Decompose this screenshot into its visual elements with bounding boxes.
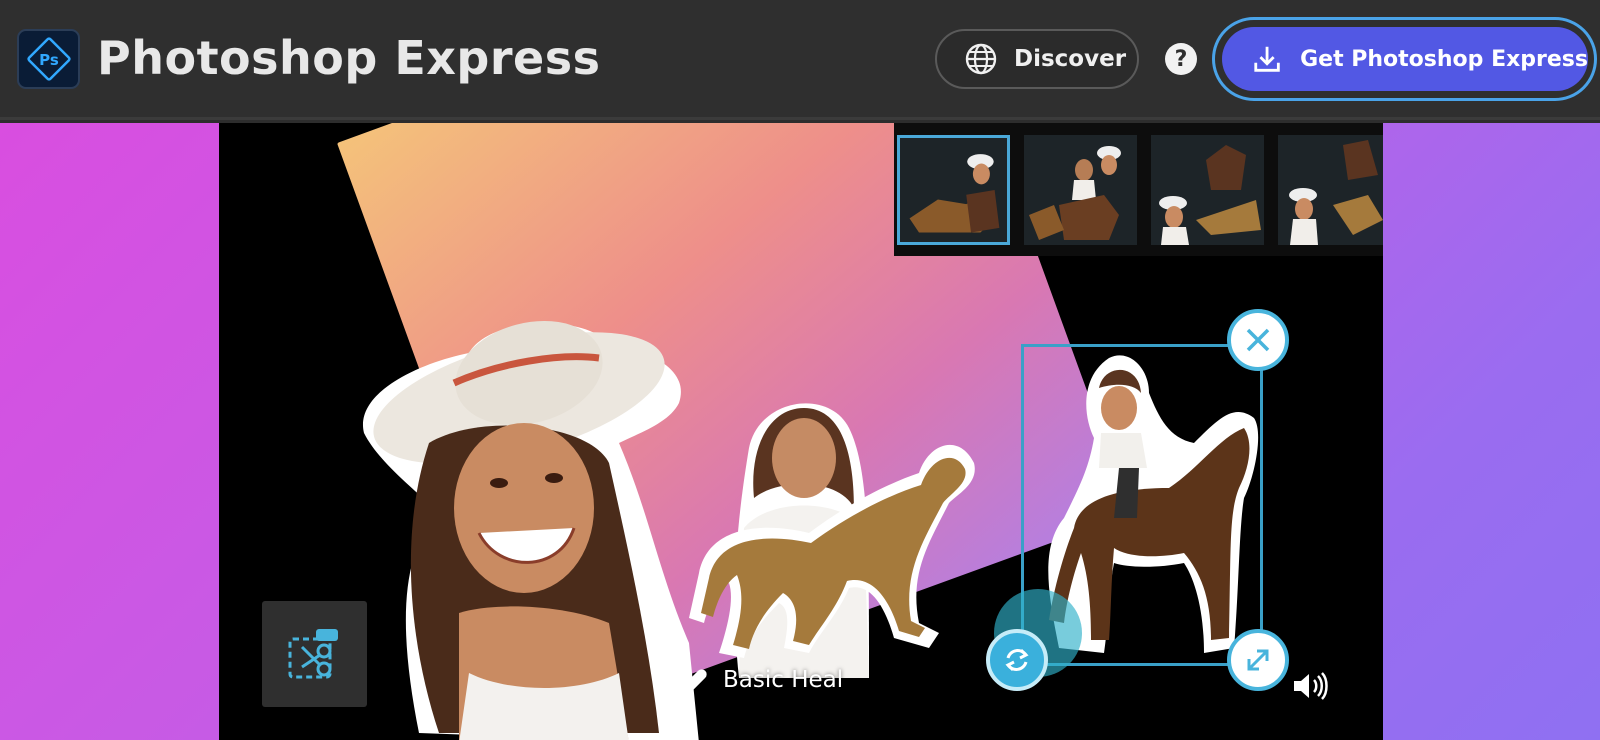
svg-text:Ps: Ps (39, 51, 59, 69)
cutout-tool-button[interactable] (262, 601, 367, 707)
dog-cutout (689, 444, 975, 658)
app-title: Photoshop Express (97, 31, 601, 85)
rotate-handle[interactable] (986, 629, 1048, 691)
get-app-label: Get Photoshop Express (1300, 46, 1588, 72)
thumbnail-image (1029, 146, 1121, 240)
discover-label: Discover (1014, 46, 1127, 72)
remove-element-handle[interactable] (1227, 309, 1289, 371)
woman-with-hat-cutout (362, 320, 699, 740)
thumbnail-item[interactable] (1024, 135, 1137, 245)
get-photoshop-express-button[interactable]: Get Photoshop Express (1222, 27, 1588, 91)
thumbnail-item[interactable] (897, 135, 1010, 245)
feature-caption: Basic Heal (679, 663, 843, 697)
cutout-scissors-icon (288, 629, 338, 679)
thumbnail-image (1159, 145, 1261, 245)
globe-icon (965, 43, 997, 75)
thumbnail-strip (894, 123, 1383, 256)
volume-icon[interactable] (1291, 670, 1329, 702)
rotate-icon (1005, 648, 1029, 672)
thumbnail-item[interactable] (1278, 135, 1383, 245)
thumbnail-image (909, 154, 1000, 233)
download-icon (1254, 46, 1280, 72)
photoshop-logo[interactable]: Ps (17, 29, 80, 89)
app-header: Ps Photoshop Express Discover ? Get Phot… (0, 0, 1600, 120)
help-icon[interactable]: ? (1165, 43, 1197, 75)
caption-text: Basic Heal (723, 667, 844, 693)
resize-icon (1247, 649, 1269, 671)
thumbnail-image (1289, 140, 1383, 245)
bandage-icon (685, 669, 707, 691)
thumbnail-item[interactable] (1151, 135, 1264, 245)
discover-button[interactable]: Discover (935, 29, 1139, 89)
close-icon (1246, 328, 1270, 352)
demo-video[interactable]: Basic Heal (219, 123, 1383, 740)
resize-handle[interactable] (1227, 629, 1289, 691)
ps-diamond-icon: Ps (26, 37, 71, 81)
